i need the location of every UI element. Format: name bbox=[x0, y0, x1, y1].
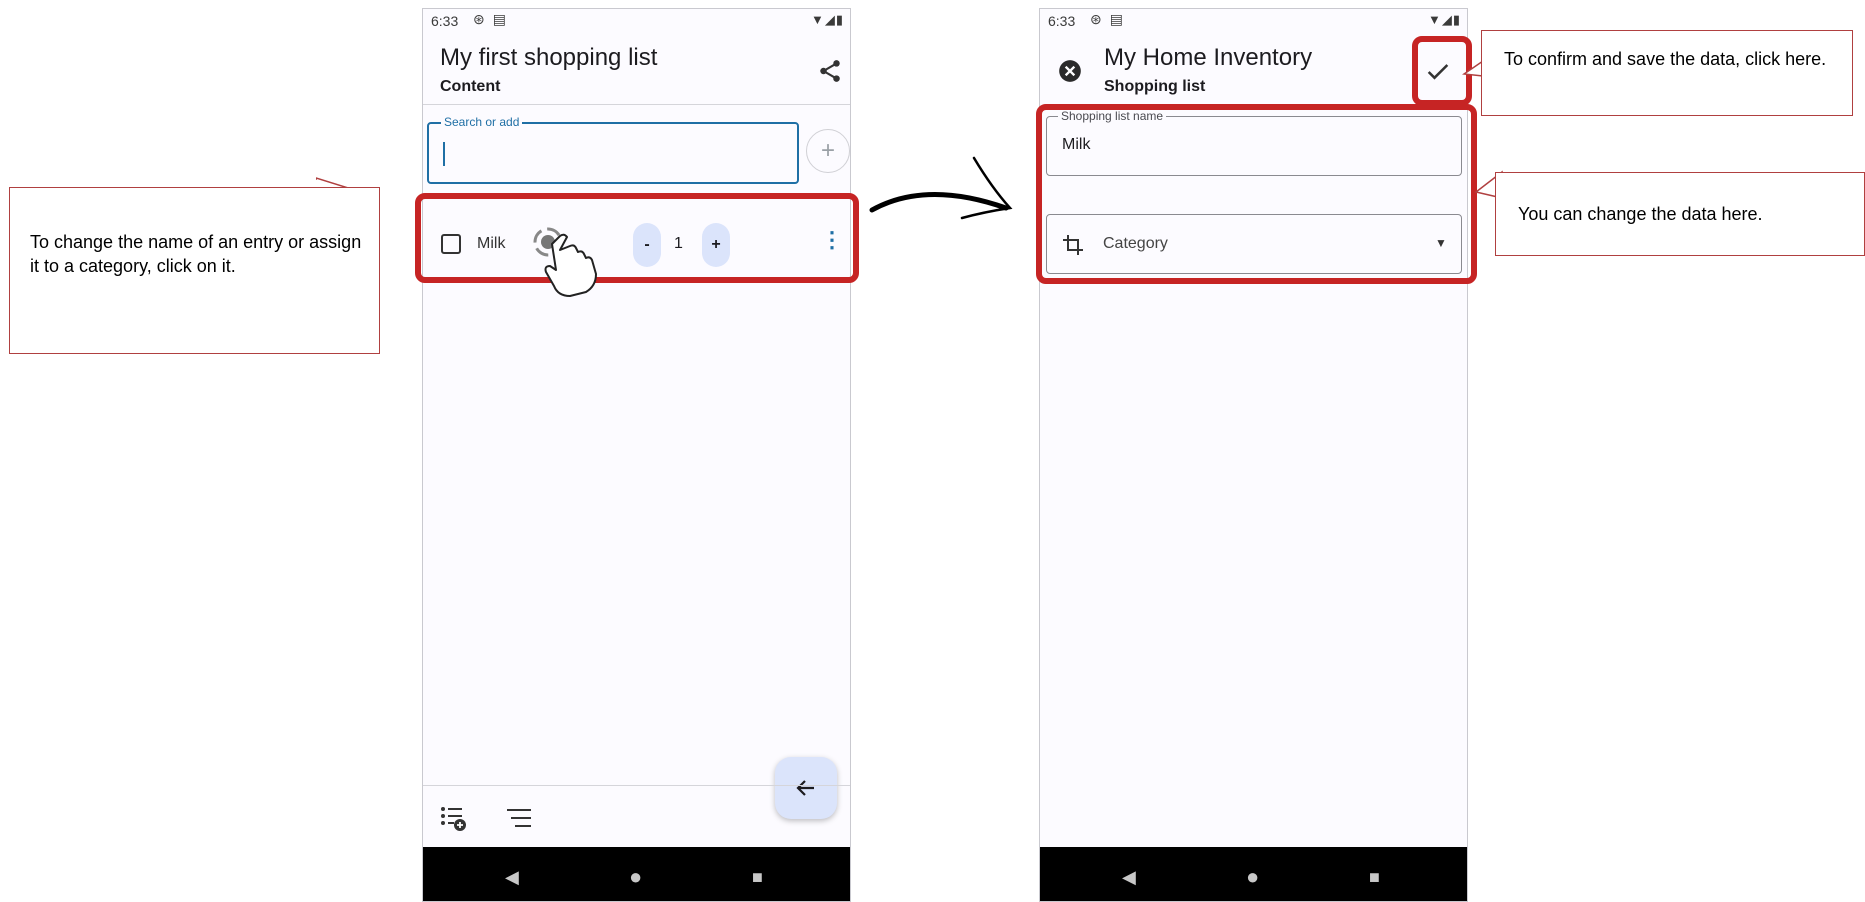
left-phone-screen: 6:33 ⊛ ▤ ▼◢▮ My first shopping list Cont… bbox=[422, 8, 851, 902]
bottom-bar-divider bbox=[423, 785, 850, 786]
add-button[interactable]: + bbox=[806, 129, 850, 173]
nav-back-icon[interactable]: ◀ bbox=[505, 867, 519, 888]
status-bar: 6:33 ⊛ ▤ ▼◢▮ bbox=[1040, 9, 1467, 33]
share-icon[interactable] bbox=[817, 58, 843, 84]
nav-recents-icon[interactable]: ■ bbox=[752, 867, 763, 888]
status-notification-icons: ⊛ ▤ bbox=[473, 11, 506, 28]
page-title: My Home Inventory bbox=[1104, 44, 1313, 71]
search-label: Search or add bbox=[441, 115, 523, 129]
left-highlight-box bbox=[415, 193, 859, 283]
left-callout: To change the name of an entry or assign… bbox=[9, 187, 380, 354]
page-title: My first shopping list bbox=[440, 44, 658, 71]
page-subtitle: Content bbox=[440, 78, 501, 95]
status-notification-icons: ⊛ ▤ bbox=[1090, 11, 1123, 28]
confirm-callout: To confirm and save the data, click here… bbox=[1481, 30, 1853, 116]
fields-highlight-box bbox=[1036, 104, 1477, 284]
list-add-icon[interactable] bbox=[440, 805, 468, 833]
nav-back-icon[interactable]: ◀ bbox=[1122, 867, 1136, 888]
status-time: 6:33 bbox=[1048, 13, 1076, 29]
change-callout-text: You can change the data here. bbox=[1518, 204, 1763, 224]
arrow-left-icon bbox=[796, 780, 814, 796]
header-divider bbox=[423, 104, 850, 105]
system-navigation-bar: ◀ ● ■ bbox=[1040, 847, 1467, 901]
status-time: 6:33 bbox=[431, 13, 459, 29]
search-input[interactable] bbox=[427, 122, 799, 184]
fab-button[interactable] bbox=[775, 757, 837, 819]
calendar-icon: ▤ bbox=[492, 11, 506, 27]
nav-home-icon[interactable]: ● bbox=[629, 864, 642, 890]
status-system-icons: ▼◢▮ bbox=[810, 12, 844, 27]
status-system-icons: ▼◢▮ bbox=[1427, 12, 1461, 27]
confirm-callout-text: To confirm and save the data, click here… bbox=[1504, 49, 1827, 69]
transition-arrow bbox=[869, 156, 1013, 220]
nav-recents-icon[interactable]: ■ bbox=[1369, 867, 1380, 888]
change-callout: You can change the data here. bbox=[1495, 172, 1865, 256]
system-navigation-bar: ◀ ● ■ bbox=[423, 847, 850, 901]
close-circle-icon[interactable] bbox=[1057, 58, 1083, 84]
text-cursor bbox=[443, 142, 445, 166]
nav-home-icon[interactable]: ● bbox=[1246, 864, 1259, 890]
plus-icon: + bbox=[820, 137, 835, 164]
calendar-icon: ▤ bbox=[1109, 11, 1123, 27]
left-callout-text: To change the name of an entry or assign… bbox=[30, 232, 362, 276]
notification-icon: ⊛ bbox=[473, 11, 485, 27]
notification-icon: ⊛ bbox=[1090, 11, 1102, 27]
sort-icon[interactable] bbox=[507, 807, 533, 829]
page-subtitle: Shopping list bbox=[1104, 78, 1206, 95]
status-bar: 6:33 ⊛ ▤ ▼◢▮ bbox=[423, 9, 850, 33]
hand-pointer-icon bbox=[533, 227, 597, 297]
